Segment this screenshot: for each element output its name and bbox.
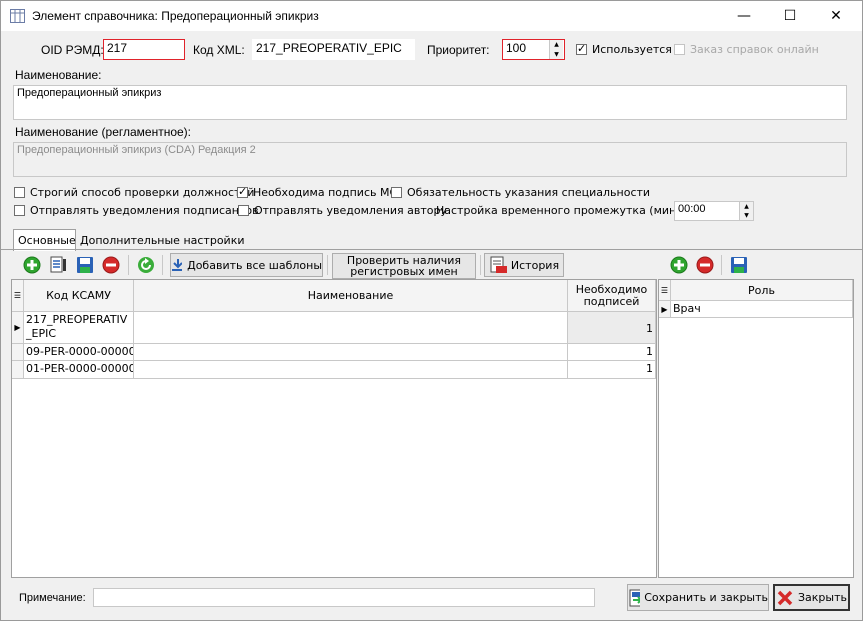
spin-up-icon[interactable]: ▲ [550, 40, 563, 50]
dialog-window: Элемент справочника: Предоперационный эп… [0, 0, 863, 621]
note-field[interactable] [93, 588, 595, 607]
xml-code-label: Код XML: [193, 43, 245, 57]
tab-divider [1, 249, 862, 250]
window-title: Элемент справочника: Предоперационный эп… [32, 9, 319, 23]
table-row-code[interactable]: 217_PREOPERATIV_EPIC [24, 312, 134, 344]
toolbar-separator [128, 255, 129, 275]
current-row-indicator: ▶ [659, 301, 671, 318]
row-indicator [12, 361, 24, 379]
priority-label: Приоритет: [427, 43, 490, 57]
time-interval-spinner[interactable]: ▲ ▼ [739, 202, 753, 220]
toolbar-separator [480, 255, 481, 275]
used-label: Используется [592, 43, 672, 56]
column-header-role[interactable]: Роль [671, 280, 853, 301]
table-row-name[interactable] [134, 361, 568, 379]
table-row-name[interactable] [134, 344, 568, 361]
grid-menu-icon[interactable]: ☰ [12, 280, 24, 312]
maximize-button[interactable]: ☐ [767, 1, 813, 31]
download-icon [172, 259, 183, 271]
specialty-required-label: Обязательность указания специальности [407, 186, 651, 199]
history-button[interactable]: История [484, 253, 564, 277]
add-all-templates-label: Добавить все шаблоны [187, 258, 322, 272]
save-and-close-label: Сохранить и закрыть [644, 591, 768, 604]
minimize-button[interactable]: — [721, 1, 767, 31]
spin-up-icon[interactable]: ▲ [740, 202, 753, 211]
grid-menu-icon[interactable]: ☰ [659, 280, 671, 301]
save-close-icon [629, 589, 641, 606]
order-online-checkbox[interactable] [674, 44, 685, 55]
mo-sign-label: Необходима подпись МО [253, 186, 399, 199]
table-row-code[interactable]: 01-PER-0000-000000 [24, 361, 134, 379]
mo-sign-checkbox[interactable] [237, 185, 248, 198]
table-row-signatures[interactable]: 1 [568, 312, 656, 344]
refresh-icon[interactable] [136, 255, 156, 275]
table-row-name[interactable] [134, 312, 568, 344]
left-grid: ☰ Код КСАМУ Наименование Необходимо подп… [11, 279, 657, 578]
save-icon[interactable] [75, 255, 95, 275]
close-label: Закрыть [798, 591, 847, 604]
tab-main-label: Основные [18, 234, 76, 247]
close-x-icon [777, 590, 793, 605]
add-all-templates-button[interactable]: Добавить все шаблоны [170, 253, 323, 277]
notify-author-label: Отправлять уведомления автору [254, 204, 447, 217]
notify-signers-label: Отправлять уведомления подписантов [30, 204, 259, 217]
table-icon [10, 9, 25, 23]
oid-label: OID РЭМД: [41, 43, 104, 57]
priority-spinner[interactable]: ▲ ▼ [549, 40, 563, 59]
left-toolbar: Добавить все шаблоны Проверить наличия р… [12, 251, 656, 279]
history-log-icon [490, 256, 507, 273]
edit-document-icon[interactable] [48, 255, 68, 275]
title-bar: Элемент справочника: Предоперационный эп… [1, 1, 862, 31]
name-label: Наименование: [15, 68, 102, 82]
column-header-signatures[interactable]: Необходимо подписей [568, 280, 656, 312]
toolbar-separator [327, 255, 328, 275]
specialty-required-checkbox[interactable] [391, 187, 402, 198]
check-reg-names-button[interactable]: Проверить наличия регистровых имен [332, 253, 476, 279]
notify-author-checkbox[interactable] [238, 205, 249, 216]
reg-name-field[interactable]: Предоперационный эпикриз (CDA) Редакция … [13, 142, 847, 177]
table-row-role[interactable]: Врач [671, 301, 853, 318]
reg-name-label: Наименование (регламентное): [15, 125, 192, 139]
current-row-indicator: ▶ [12, 312, 24, 344]
add-icon[interactable] [22, 255, 42, 275]
name-field[interactable]: Предоперационный эпикриз [13, 85, 847, 120]
close-window-button[interactable]: ✕ [813, 1, 859, 31]
column-header-name[interactable]: Наименование [134, 280, 568, 312]
delete-icon[interactable] [695, 255, 715, 275]
used-checkbox[interactable] [576, 42, 587, 55]
strict-check-checkbox[interactable] [14, 187, 25, 198]
save-icon[interactable] [729, 255, 749, 275]
history-label: История [510, 258, 560, 272]
strict-check-label: Строгий способ проверки должностей [30, 186, 255, 199]
toolbar-separator [162, 255, 163, 275]
column-header-code[interactable]: Код КСАМУ [24, 280, 134, 312]
save-and-close-button[interactable]: Сохранить и закрыть [627, 584, 769, 611]
tab-additional-settings[interactable]: Дополнительные настройки [80, 234, 245, 247]
delete-icon[interactable] [101, 255, 121, 275]
right-toolbar [659, 251, 853, 279]
tab-main[interactable]: Основные [13, 229, 76, 251]
xml-code-field[interactable]: 217_PREOPERATIV_EPIC [252, 39, 415, 60]
row-indicator [12, 344, 24, 361]
note-label: Примечание: [19, 592, 86, 604]
close-button[interactable]: Закрыть [773, 584, 850, 611]
add-icon[interactable] [669, 255, 689, 275]
table-row-code[interactable]: 09-PER-0000-000000 [24, 344, 134, 361]
table-row-signatures[interactable]: 1 [568, 361, 656, 379]
right-grid: ☰ Роль ▶ Врач [658, 279, 854, 578]
toolbar-separator [721, 255, 722, 275]
table-row-signatures[interactable]: 1 [568, 344, 656, 361]
spin-down-icon[interactable]: ▼ [550, 50, 563, 60]
spin-down-icon[interactable]: ▼ [740, 211, 753, 220]
time-interval-label: Настройка временного промежутка (минуты)… [436, 204, 706, 217]
oid-field[interactable]: 217 [103, 39, 185, 60]
order-online-label: Заказ справок онлайн [690, 43, 819, 56]
notify-signers-checkbox[interactable] [14, 205, 25, 216]
